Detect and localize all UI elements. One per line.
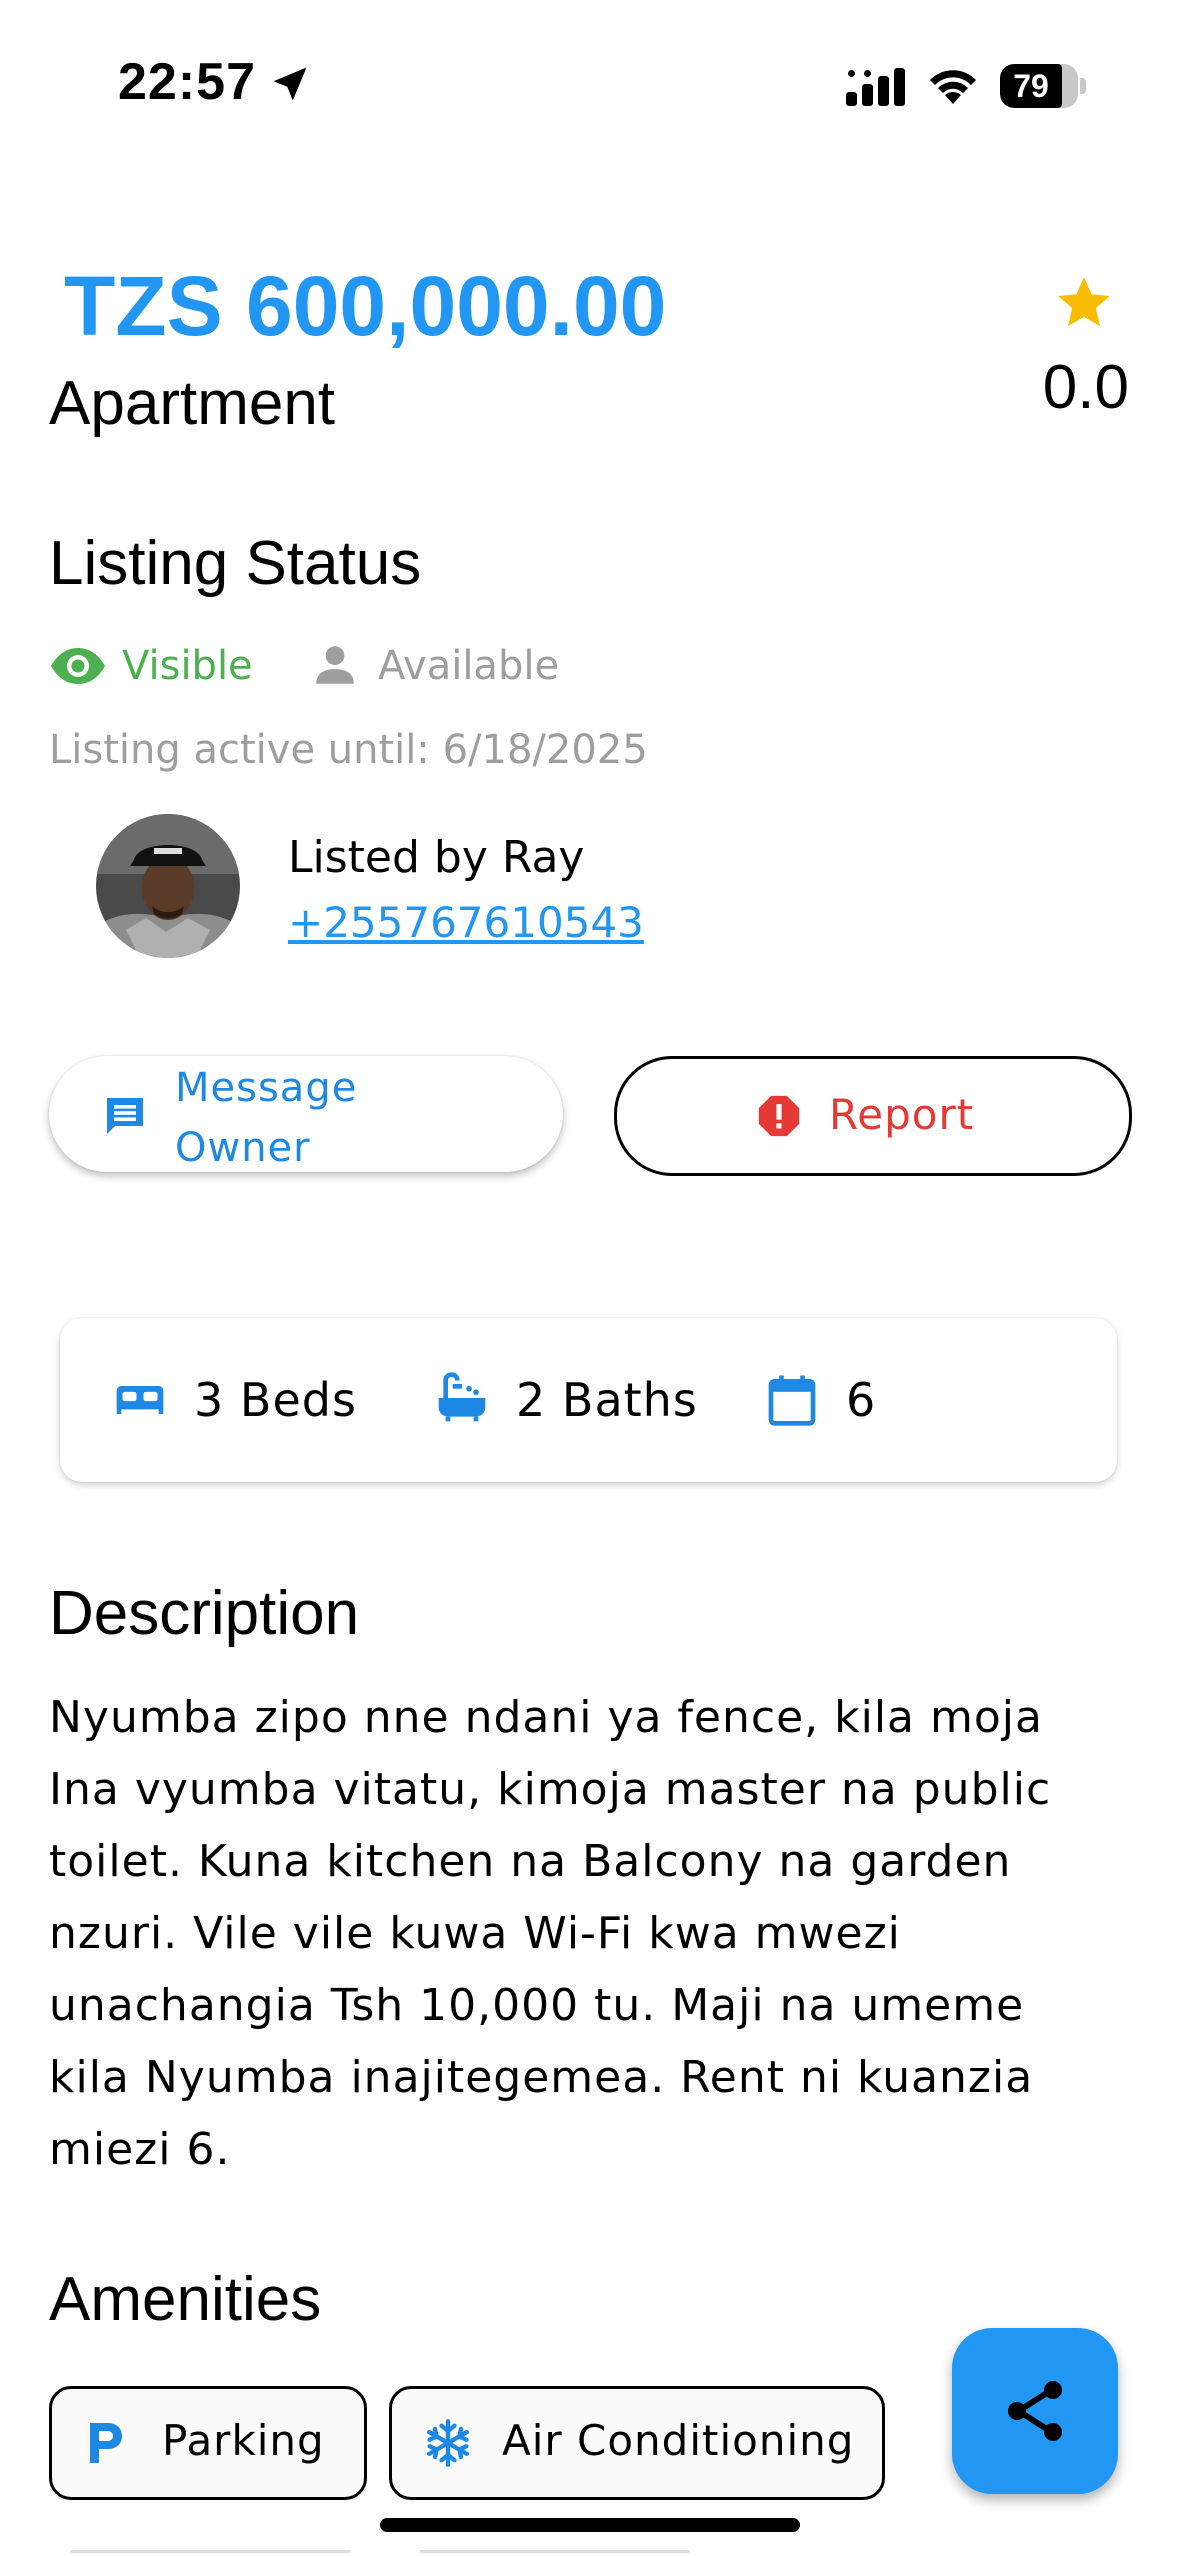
message-owner-label: Message Owner (175, 1065, 358, 1171)
features-card: 3 Beds 2 Baths 6 (60, 1318, 1117, 1482)
listing-active-until: Listing active until: 6/18/2025 (49, 727, 648, 773)
report-button[interactable]: Report (614, 1056, 1132, 1176)
battery-nub (1080, 78, 1086, 94)
amenity-chip-air-conditioning: Air Conditioning (389, 2386, 885, 2500)
listing-type: Apartment (49, 369, 336, 438)
rating-value: 0.0 (1042, 353, 1129, 422)
listed-by: Listed by Ray (288, 832, 585, 883)
status-time: 22:57 (118, 53, 256, 111)
listing-status-title: Listing Status (49, 529, 422, 598)
amenity-label: Parking (162, 2416, 325, 2465)
message-owner-button[interactable]: Message Owner (49, 1056, 563, 1172)
bed-icon (116, 1386, 164, 1414)
amenities-title: Amenities (49, 2265, 322, 2334)
signal-icon (846, 68, 905, 106)
description-text: Nyumba zipo nne ndani ya fence, kila moj… (49, 1692, 1052, 2175)
share-button[interactable] (952, 2328, 1118, 2494)
visible-status: Visible (122, 643, 253, 689)
avatar-image (96, 814, 240, 958)
report-icon (758, 1095, 800, 1137)
report-label: Report (829, 1090, 975, 1139)
amenity-chip-parking: Parking (49, 2386, 367, 2500)
listing-price: TZS 600,000.00 (64, 259, 667, 353)
battery-icon: 79 (1000, 64, 1078, 108)
message-icon (107, 1098, 143, 1134)
amenity-label: Air Conditioning (502, 2416, 855, 2465)
wifi-icon (930, 70, 976, 104)
available-status: Available (378, 643, 560, 689)
baths-count: 2 Baths (516, 1373, 698, 1427)
star-icon (1058, 277, 1110, 327)
amenity-row-peek (420, 2550, 690, 2553)
amenity-row-peek (70, 2550, 350, 2553)
person-icon (316, 646, 354, 684)
share-icon (1008, 2381, 1062, 2441)
owner-phone-link[interactable]: +255767610543 (288, 895, 644, 951)
calendar-icon (768, 1375, 816, 1426)
bathtub-icon (438, 1372, 486, 1422)
battery-percent: 79 (1013, 68, 1049, 104)
beds-count: 3 Beds (194, 1373, 357, 1427)
home-indicator[interactable] (380, 2518, 800, 2532)
eye-icon (51, 648, 105, 684)
description-title: Description (49, 1579, 360, 1648)
location-arrow-icon (273, 67, 307, 101)
snowflake-icon (426, 2419, 470, 2467)
calendar-value: 6 (846, 1373, 877, 1427)
avatar (96, 814, 240, 958)
parking-icon (90, 2423, 122, 2463)
